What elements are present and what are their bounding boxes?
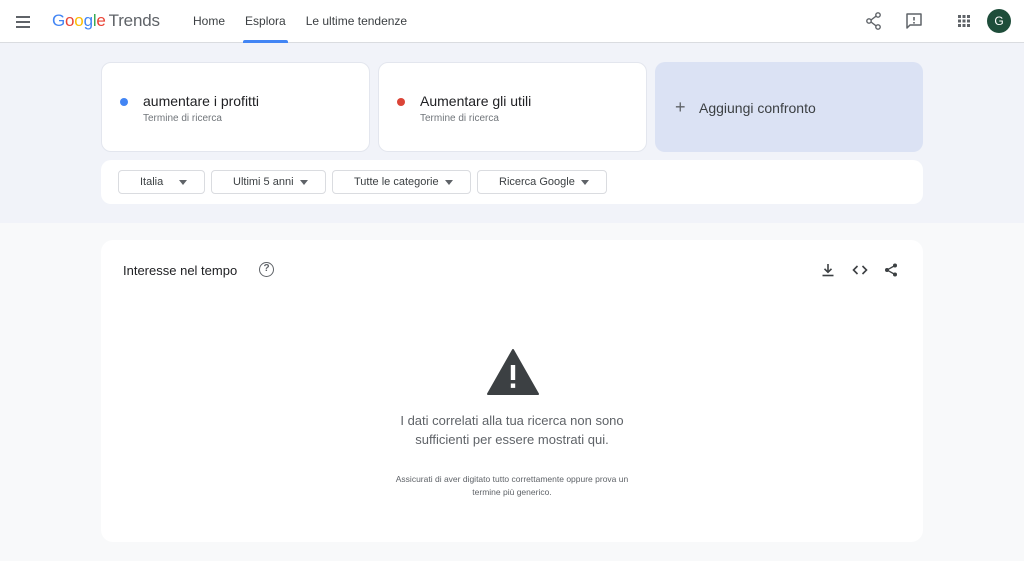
- term-color-dot: [397, 98, 405, 106]
- term-subtitle: Termine di ricerca: [420, 113, 499, 124]
- interest-over-time-card: Interesse nel tempo ? I dati correlati a…: [101, 240, 923, 542]
- embed-icon[interactable]: [852, 262, 868, 278]
- term-subtitle: Termine di ricerca: [143, 113, 222, 124]
- google-trends-logo[interactable]: Google Trends: [52, 11, 160, 31]
- dropdown-caret-icon: [581, 180, 589, 185]
- download-icon[interactable]: [820, 262, 836, 278]
- no-data-hint: Assicurati di aver digitato tutto corret…: [395, 474, 629, 497]
- plus-icon: +: [675, 97, 686, 117]
- avatar[interactable]: G: [987, 9, 1011, 33]
- top-app-bar: Google Trends Home Esplora Le ultime tend…: [0, 0, 1024, 43]
- feedback-icon[interactable]: [904, 11, 924, 31]
- menu-icon[interactable]: [14, 12, 34, 32]
- dropdown-caret-icon: [445, 180, 453, 185]
- filter-time-range[interactable]: Ultimi 5 anni: [211, 170, 326, 194]
- nav-home[interactable]: Home: [183, 0, 235, 43]
- term-color-dot: [120, 98, 128, 106]
- add-compare-label: Aggiungi confronto: [699, 100, 816, 116]
- help-icon[interactable]: ?: [259, 262, 274, 277]
- apps-icon[interactable]: [954, 11, 974, 31]
- filter-region[interactable]: Italia: [118, 170, 205, 194]
- add-compare-button[interactable]: + Aggiungi confronto: [655, 62, 923, 152]
- dropdown-caret-icon: [179, 180, 187, 185]
- no-data-message: I dati correlati alla tua ricerca non so…: [400, 413, 624, 447]
- share-icon[interactable]: [883, 262, 899, 278]
- term-title: Aumentare gli utili: [420, 93, 532, 109]
- search-term-card-1[interactable]: aumentare i profitti Termine di ricerca: [101, 62, 370, 152]
- share-icon[interactable]: [864, 11, 884, 31]
- nav-esplora[interactable]: Esplora: [235, 0, 296, 43]
- filter-bar: Italia Ultimi 5 anni Tutte le categorie …: [101, 160, 923, 204]
- main-nav: Home Esplora Le ultime tendenze: [183, 0, 417, 43]
- term-title: aumentare i profitti: [143, 93, 259, 109]
- filter-search-type[interactable]: Ricerca Google: [477, 170, 607, 194]
- filter-category[interactable]: Tutte le categorie: [332, 170, 471, 194]
- warning-icon: [487, 349, 539, 395]
- search-term-card-2[interactable]: Aumentare gli utili Termine di ricerca: [378, 62, 647, 152]
- nav-ultime-tendenze[interactable]: Le ultime tendenze: [296, 0, 417, 43]
- card-title: Interesse nel tempo: [123, 263, 238, 278]
- dropdown-caret-icon: [300, 180, 308, 185]
